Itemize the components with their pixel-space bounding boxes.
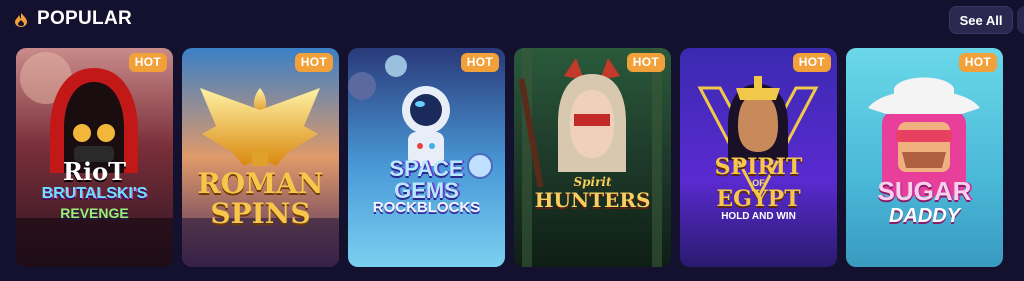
game-title-line: SUGAR bbox=[877, 176, 972, 206]
game-title-line: HUNTERS bbox=[534, 188, 651, 212]
game-title-line: DADDY bbox=[888, 205, 961, 227]
game-card-riot[interactable]: HOT RioT BRUTALSKI'S REVENGE bbox=[16, 48, 173, 267]
game-title-line: RioT bbox=[63, 157, 126, 186]
game-card-spirit-hunters[interactable]: HOT Spirit HUNTERS bbox=[514, 48, 671, 267]
game-thumbnail bbox=[182, 48, 339, 267]
game-title-line: REVENGE bbox=[60, 205, 129, 221]
section-header: POPULAR See All bbox=[0, 0, 1024, 40]
see-all-button[interactable]: See All bbox=[949, 6, 1013, 34]
game-title-line: SPACE bbox=[389, 156, 464, 181]
game-title-line: ROMAN bbox=[197, 167, 324, 200]
game-title-line: EGYPT bbox=[716, 186, 801, 212]
game-card-spirit-of-egypt[interactable]: HOT SPIRIT OF EGYPT HOLD AND WIN bbox=[680, 48, 837, 267]
game-card-space-gems[interactable]: HOT SPACE GEMS ROCKBLOCKS bbox=[348, 48, 505, 267]
game-card-sugar-daddy[interactable]: HOT SUGAR DADDY bbox=[846, 48, 1003, 267]
game-title-line: BRUTALSKI'S bbox=[41, 185, 148, 202]
hot-badge: HOT bbox=[294, 53, 333, 72]
game-thumbnail bbox=[846, 48, 1003, 267]
hot-badge: HOT bbox=[626, 53, 665, 72]
game-title-line: Spirit bbox=[573, 175, 612, 189]
hot-badge: HOT bbox=[128, 53, 167, 72]
game-title-line: ROCKBLOCKS bbox=[372, 199, 481, 216]
hot-badge: HOT bbox=[792, 53, 831, 72]
game-title-line: HOLD AND WIN bbox=[721, 211, 796, 222]
fire-icon bbox=[15, 13, 27, 27]
hot-badge: HOT bbox=[958, 53, 997, 72]
game-title-line: SPINS bbox=[210, 197, 311, 230]
game-card-roman-spins[interactable]: HOT ROMAN SPINS bbox=[182, 48, 339, 267]
scroll-next-button[interactable] bbox=[1017, 6, 1024, 34]
game-title-line: SPIRIT bbox=[714, 154, 803, 180]
game-thumbnail bbox=[514, 48, 671, 267]
section-title: POPULAR bbox=[37, 8, 132, 29]
hot-badge: HOT bbox=[460, 53, 499, 72]
game-carousel: HOT RioT BRUTALSKI'S REVENGE HOT ROMAN S… bbox=[16, 48, 1024, 268]
